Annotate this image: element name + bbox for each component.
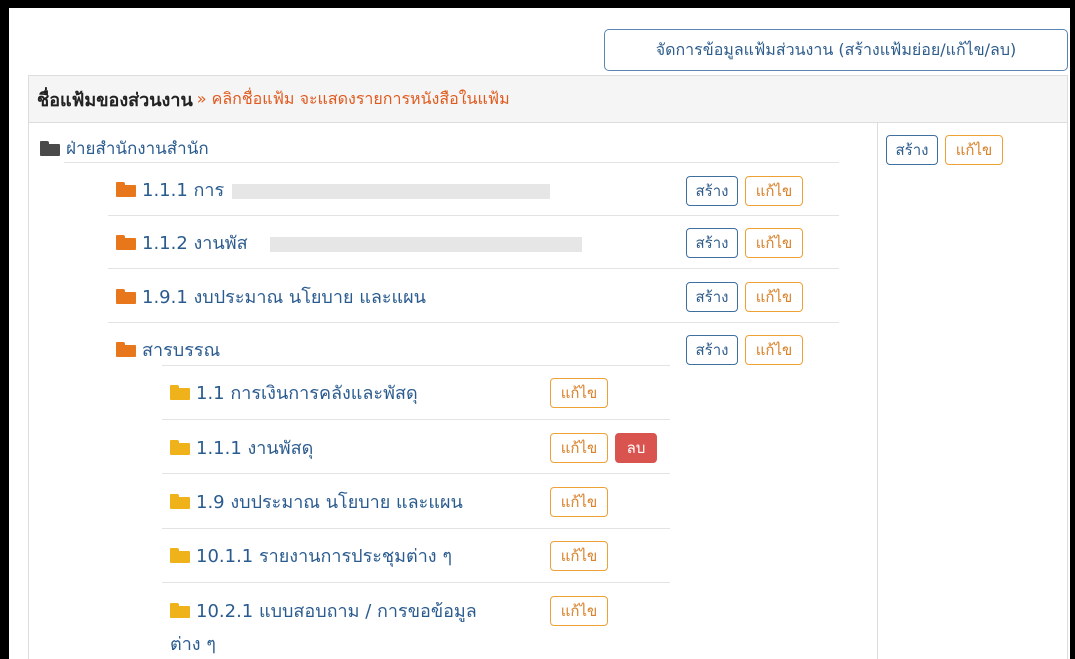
subfolder-row-5[interactable]: 10.2.1 แบบสอบถาม / การขอข้อมูล	[170, 597, 477, 623]
folder-label-continued[interactable]: ต่าง ๆ	[170, 629, 216, 658]
create-button-root[interactable]: สร้าง	[886, 135, 938, 165]
panel-title: ชื่อแฟ้มของส่วนงาน	[37, 89, 193, 111]
subfolder-row-1[interactable]: 1.1 การเงินการคลังและพัสดุ	[170, 379, 418, 405]
create-button[interactable]: สร้าง	[686, 335, 738, 365]
manage-folders-button[interactable]: จัดการข้อมูลแฟ้มส่วนงาน (สร้างแฟ้มย่อย/แ…	[604, 29, 1068, 71]
folder-root-label[interactable]: ฝ่ายสำนักงานสำนัก	[66, 135, 209, 162]
folder-label[interactable]: 10.1.1 รายงานการประชุมต่าง ๆ	[196, 541, 452, 570]
row-separator	[162, 473, 670, 474]
folder-row-3[interactable]: 1.9.1 งบประมาณ นโยบาย และแผน	[116, 283, 426, 309]
delete-button[interactable]: ลบ	[615, 433, 657, 463]
folder-icon	[116, 181, 136, 197]
folder-label[interactable]: 1.1.1 งานพัสดุ	[196, 433, 313, 462]
row-separator	[162, 528, 670, 529]
folder-row-1[interactable]: 1.1.1 การ	[116, 176, 224, 202]
folder-row-2[interactable]: 1.1.2 งานพัส	[116, 229, 248, 255]
folder-label[interactable]: สารบรรณ	[142, 335, 220, 364]
folder-icon	[170, 602, 190, 618]
window-frame-left	[0, 0, 9, 659]
folder-label[interactable]: 1.1.1 การ	[142, 175, 224, 204]
folder-icon	[116, 234, 136, 250]
edit-button[interactable]: แก้ไข	[745, 282, 803, 312]
edit-button-root[interactable]: แก้ไข	[945, 135, 1003, 165]
folder-icon	[170, 547, 190, 563]
row-separator	[162, 419, 670, 420]
panel-heading: ชื่อแฟ้มของส่วนงาน » คลิกชื่อแฟ้ม จะแสดง…	[28, 75, 1068, 123]
panel-hint: » คลิกชื่อแฟ้ม จะแสดงรายการหนังสือในแฟ้ม	[196, 88, 510, 108]
row-separator	[162, 365, 670, 366]
row-separator	[108, 322, 839, 323]
folder-label[interactable]: 1.9 งบประมาณ นโยบาย และแผน	[196, 487, 463, 516]
folder-icon	[40, 140, 60, 156]
subfolder-row-2[interactable]: 1.1.1 งานพัสดุ	[170, 434, 313, 460]
row-separator	[108, 215, 839, 216]
window-frame-top	[0, 0, 1075, 8]
row-separator	[162, 582, 670, 583]
edit-button[interactable]: แก้ไข	[550, 541, 608, 571]
folder-label[interactable]: 1.9.1 งบประมาณ นโยบาย และแผน	[142, 282, 426, 311]
folder-icon	[170, 384, 190, 400]
create-button[interactable]: สร้าง	[686, 282, 738, 312]
folder-label[interactable]: 10.2.1 แบบสอบถาม / การขอข้อมูล	[196, 596, 477, 625]
folder-icon	[116, 288, 136, 304]
folder-icon	[170, 439, 190, 455]
folder-root-row[interactable]: ฝ่ายสำนักงานสำนัก	[40, 136, 209, 160]
subfolder-row-5-wrap[interactable]: ต่าง ๆ	[170, 630, 216, 656]
edit-button[interactable]: แก้ไข	[550, 487, 608, 517]
window-frame-right	[1070, 0, 1075, 659]
panel-border-right	[1067, 122, 1068, 659]
folder-label[interactable]: 1.1.2 งานพัส	[142, 228, 248, 257]
edit-button[interactable]: แก้ไข	[550, 433, 608, 463]
folder-label[interactable]: 1.1 การเงินการคลังและพัสดุ	[196, 378, 418, 407]
edit-button[interactable]: แก้ไข	[550, 378, 608, 408]
create-button[interactable]: สร้าง	[686, 228, 738, 258]
folder-row-4[interactable]: สารบรรณ	[116, 336, 220, 362]
row-separator	[64, 162, 839, 163]
redacted-text	[232, 184, 550, 199]
edit-button[interactable]: แก้ไข	[745, 176, 803, 206]
edit-button[interactable]: แก้ไข	[550, 596, 608, 626]
subfolder-row-4[interactable]: 10.1.1 รายงานการประชุมต่าง ๆ	[170, 542, 452, 568]
subfolder-row-3[interactable]: 1.9 งบประมาณ นโยบาย และแผน	[170, 488, 463, 514]
panel-border-left	[28, 122, 29, 659]
edit-button[interactable]: แก้ไข	[745, 335, 803, 365]
redacted-text	[270, 237, 582, 252]
row-separator	[108, 268, 839, 269]
edit-button[interactable]: แก้ไข	[745, 228, 803, 258]
actions-column-divider	[877, 122, 878, 659]
create-button[interactable]: สร้าง	[686, 176, 738, 206]
folder-icon	[116, 341, 136, 357]
folder-icon	[170, 493, 190, 509]
